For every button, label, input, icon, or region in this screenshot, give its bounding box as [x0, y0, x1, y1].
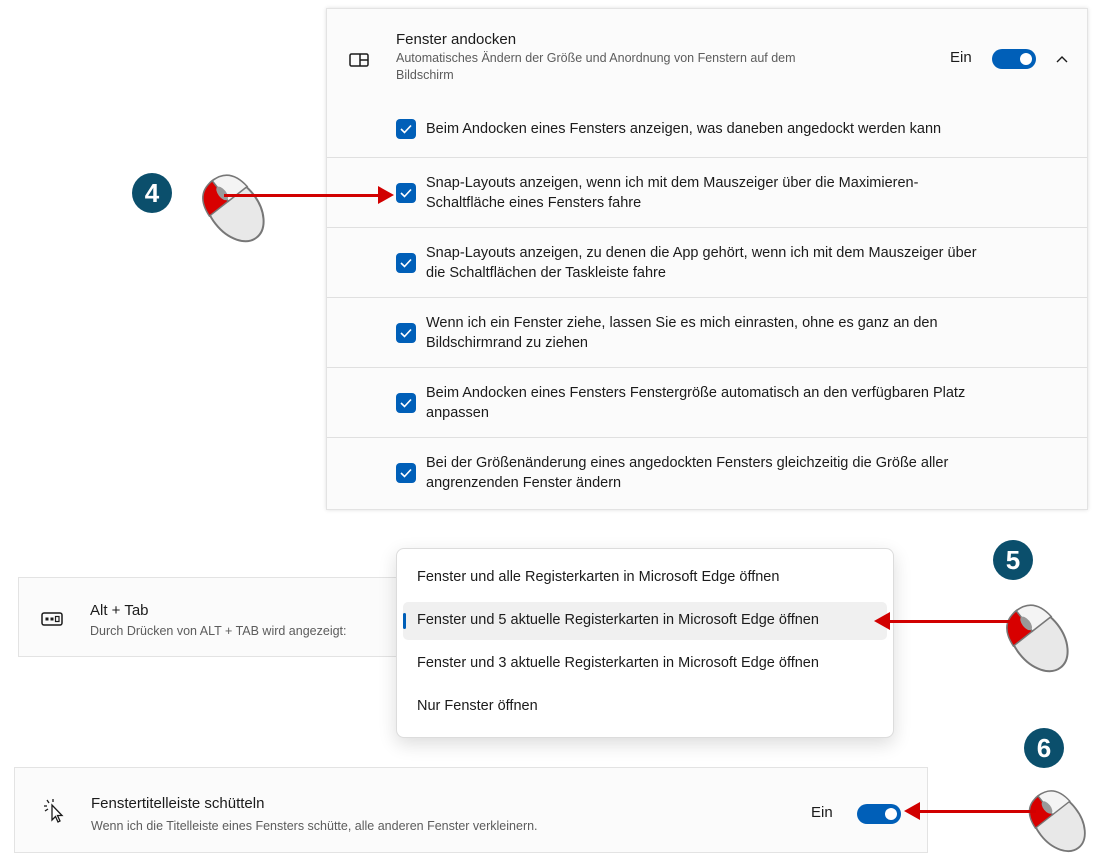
checkmark-icon — [400, 188, 412, 198]
dropdown-option-label: Fenster und 3 aktuelle Registerkarten in… — [417, 655, 819, 671]
snap-windows-title: Fenster andocken — [396, 31, 517, 48]
dropdown-option[interactable]: Fenster und 3 aktuelle Registerkarten in… — [403, 645, 887, 683]
dropdown-option[interactable]: Fenster und alle Registerkarten in Micro… — [403, 559, 887, 597]
snap-option-row: Snap-Layouts anzeigen, zu denen die App … — [327, 228, 1087, 298]
alt-tab-setting: Alt + Tab Durch Drücken von ALT + TAB wi… — [18, 577, 438, 657]
mouse-icon — [1028, 790, 1086, 852]
snap-option-label: Bei der Größenänderung eines angedockten… — [426, 455, 949, 491]
snap-windows-header[interactable]: Fenster andocken Automatisches Ändern de… — [327, 9, 1087, 101]
dropdown-option-label: Fenster und 5 aktuelle Registerkarten in… — [417, 612, 819, 628]
mouse-icon — [202, 174, 265, 243]
snap-option-checkbox[interactable] — [396, 183, 416, 203]
pointer-arrow-5 — [888, 620, 1010, 623]
chevron-up-icon[interactable] — [1055, 52, 1069, 66]
snap-option-label: Wenn ich ein Fenster ziehe, lassen Sie e… — [426, 315, 938, 351]
dropdown-option[interactable]: Nur Fenster öffnen — [403, 688, 887, 726]
snap-option-checkbox[interactable] — [396, 323, 416, 343]
snap-option-row: Wenn ich ein Fenster ziehe, lassen Sie e… — [327, 298, 1087, 368]
toggle-knob — [1020, 53, 1032, 65]
dropdown-option-label: Fenster und alle Registerkarten in Micro… — [417, 569, 780, 585]
step-badge-5: 5 — [993, 540, 1033, 580]
dropdown-option-label: Nur Fenster öffnen — [417, 698, 538, 714]
alt-tab-icon — [41, 612, 63, 626]
snap-option-checkbox[interactable] — [396, 463, 416, 483]
toggle-knob — [885, 808, 897, 820]
snap-windows-description: Automatisches Ändern der Größe und Anord… — [396, 51, 796, 82]
checkmark-icon — [400, 328, 412, 338]
pointer-arrow-4 — [224, 194, 386, 197]
snap-window-icon — [349, 53, 369, 67]
shake-cursor-icon — [44, 799, 64, 823]
shake-description: Wenn ich die Titelleiste eines Fensters … — [91, 819, 538, 833]
snap-option-label: Beim Andocken eines Fensters anzeigen, w… — [426, 121, 942, 137]
snap-option-checkbox[interactable] — [396, 253, 416, 273]
mouse-icon — [1006, 604, 1069, 673]
snap-windows-panel: Fenster andocken Automatisches Ändern de… — [326, 8, 1088, 510]
snap-option-label: Beim Andocken eines Fensters Fenstergröß… — [426, 385, 966, 421]
alt-tab-title: Alt + Tab — [90, 602, 149, 619]
checkmark-icon — [400, 258, 412, 268]
snap-option-label: Snap-Layouts anzeigen, wenn ich mit dem … — [426, 175, 919, 211]
shake-toggle[interactable] — [857, 804, 901, 824]
snap-option-checkbox[interactable] — [396, 119, 416, 139]
selection-indicator — [403, 613, 406, 629]
checkmark-icon — [400, 468, 412, 478]
checkmark-icon — [400, 398, 412, 408]
checkmark-icon — [400, 124, 412, 134]
step-badge-4: 4 — [132, 173, 172, 213]
snap-option-row: Beim Andocken eines Fensters anzeigen, w… — [327, 100, 1087, 158]
snap-toggle-label: Ein — [950, 49, 972, 66]
snap-option-label: Snap-Layouts anzeigen, zu denen die App … — [426, 245, 977, 281]
dropdown-option-selected[interactable]: Fenster und 5 aktuelle Registerkarten in… — [403, 602, 887, 640]
pointer-arrow-6 — [918, 810, 1036, 813]
alt-tab-dropdown-menu: Fenster und alle Registerkarten in Micro… — [396, 548, 894, 738]
step-badge-6: 6 — [1024, 728, 1064, 768]
shake-title: Fenstertitelleiste schütteln — [91, 795, 265, 812]
shake-toggle-label: Ein — [811, 804, 833, 821]
snap-option-row: Bei der Größenänderung eines angedockten… — [327, 438, 1087, 509]
snap-option-row: Snap-Layouts anzeigen, wenn ich mit dem … — [327, 158, 1087, 228]
title-bar-shake-setting: Fenstertitelleiste schütteln Wenn ich di… — [14, 767, 928, 853]
arrow-head-icon — [378, 186, 394, 204]
snap-option-row: Beim Andocken eines Fensters Fenstergröß… — [327, 368, 1087, 438]
snap-toggle[interactable] — [992, 49, 1036, 69]
alt-tab-description: Durch Drücken von ALT + TAB wird angezei… — [90, 624, 347, 638]
snap-option-checkbox[interactable] — [396, 393, 416, 413]
